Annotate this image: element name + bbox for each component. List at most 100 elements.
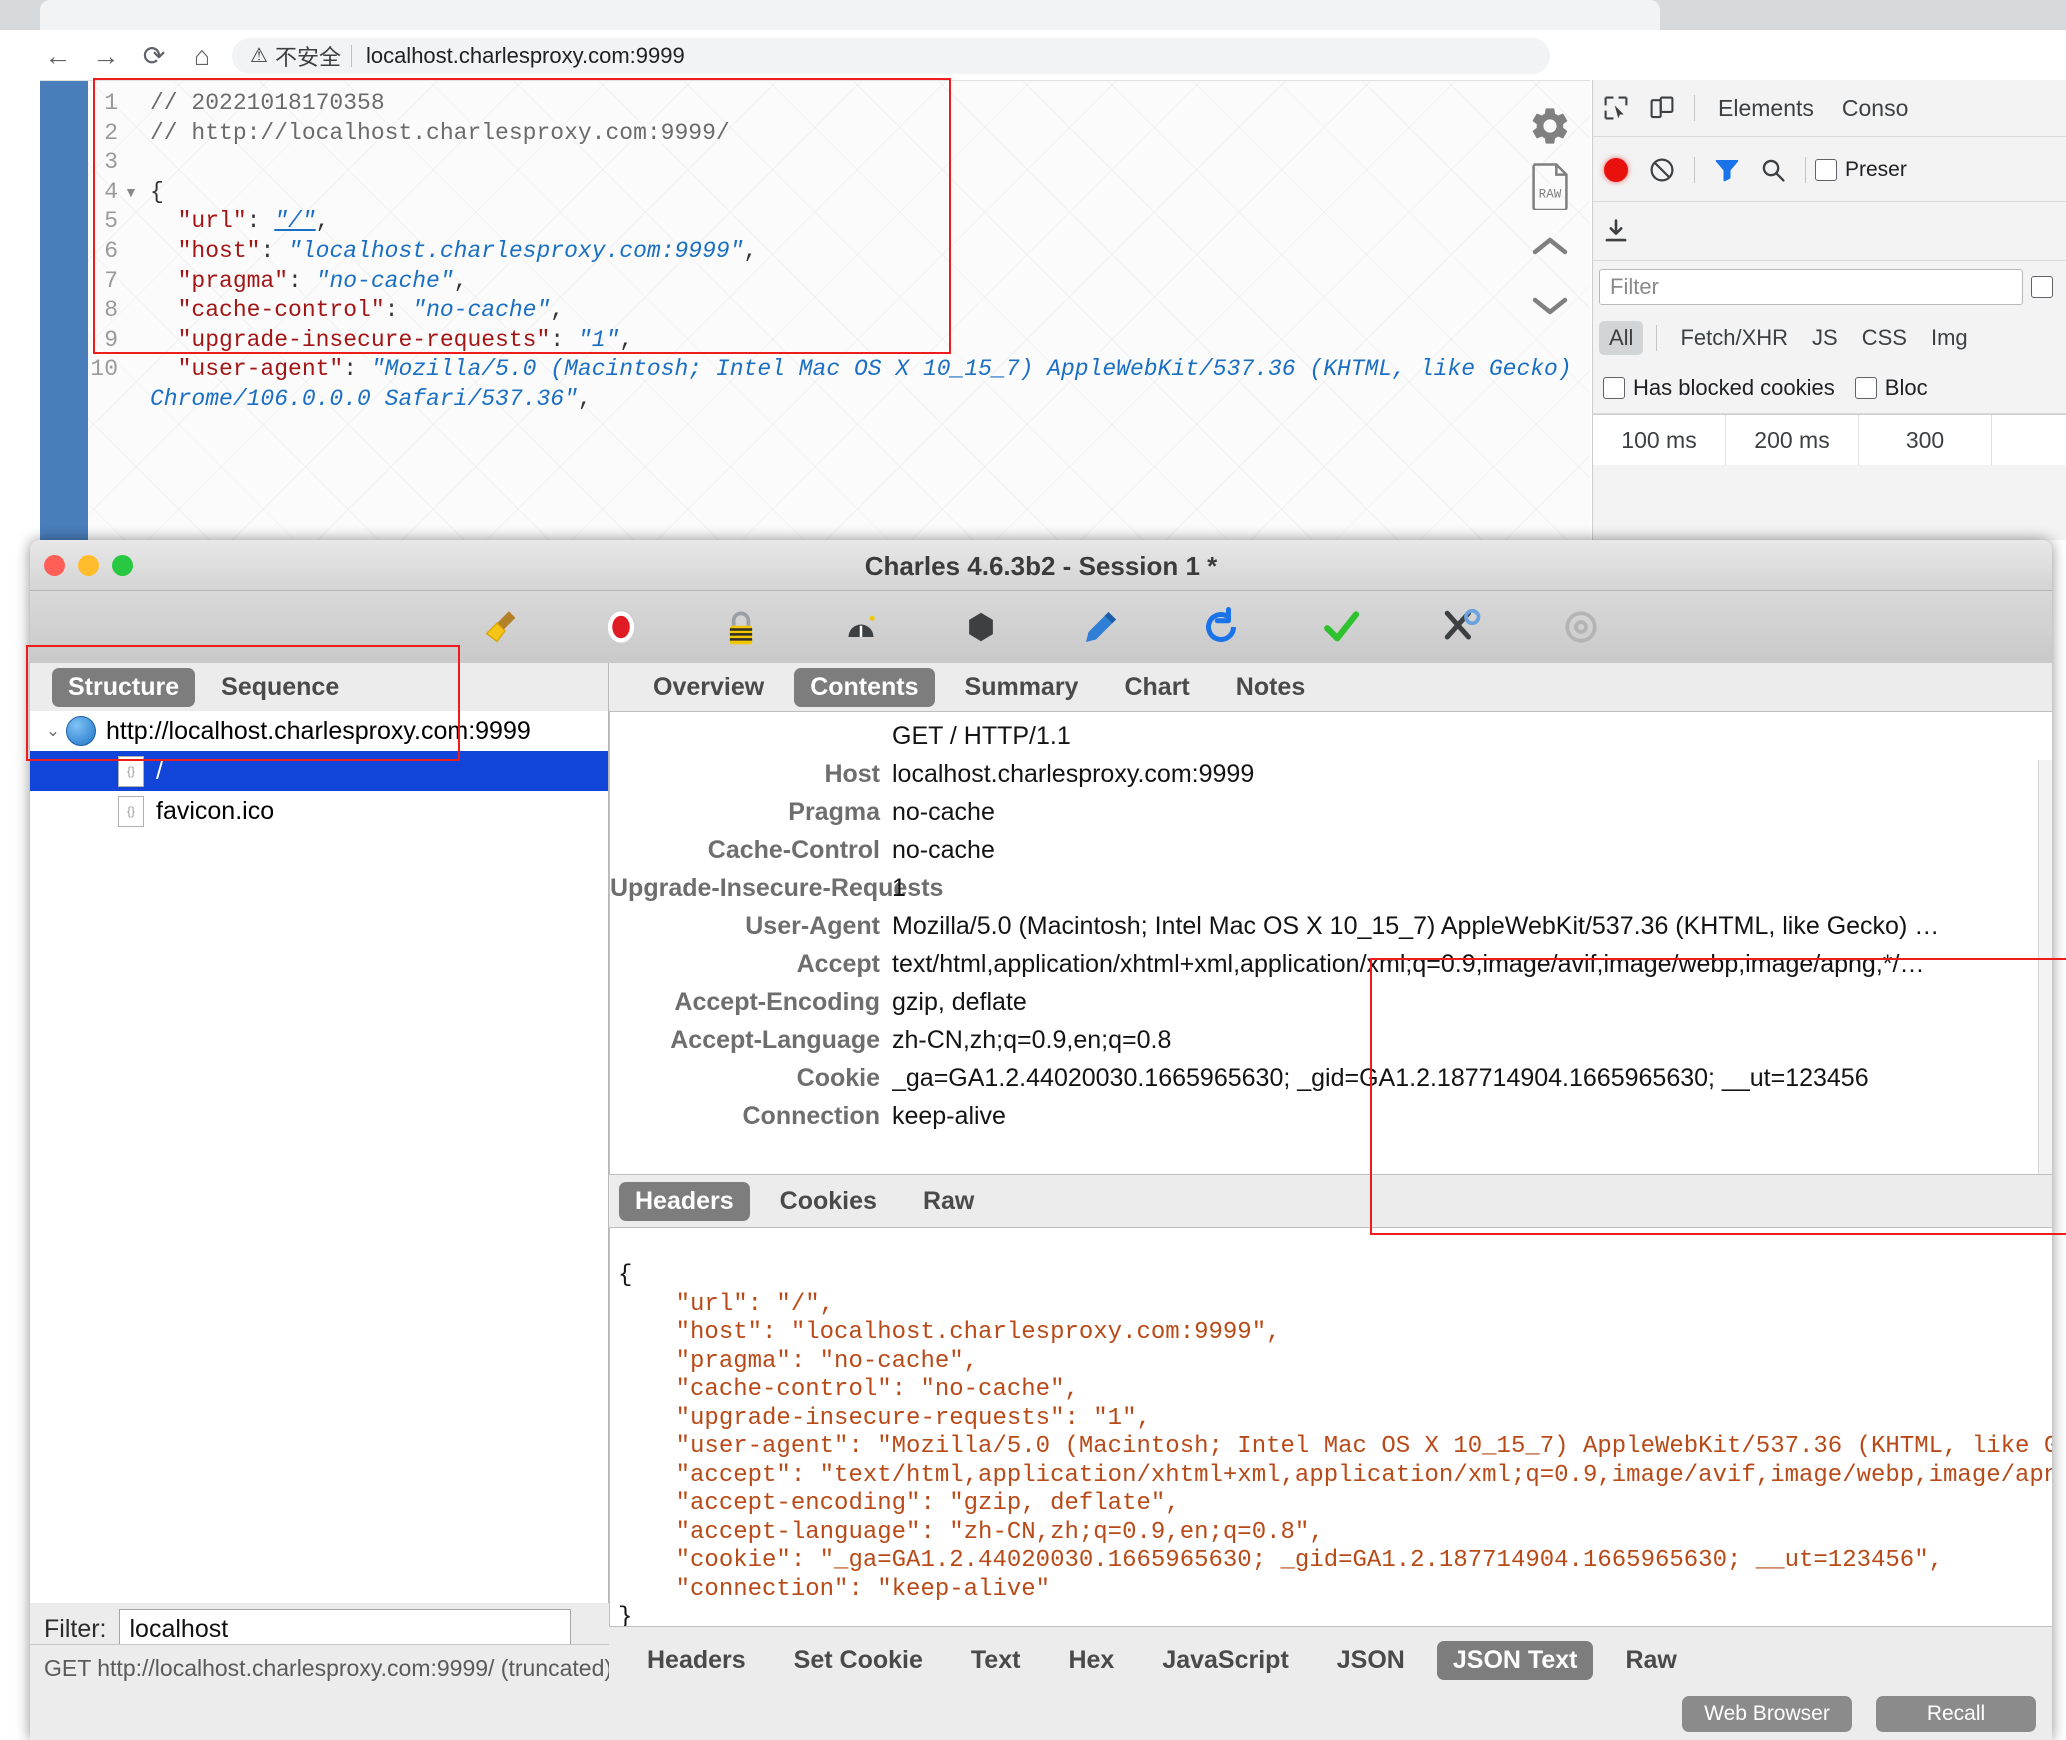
bodytab-set-cookie[interactable]: Set Cookie	[778, 1641, 939, 1680]
tab-overview[interactable]: Overview	[637, 668, 780, 707]
scroll-up-chevron-icon[interactable]	[1520, 216, 1580, 276]
devtools-tab-console[interactable]: Conso	[1828, 95, 1922, 122]
type-chip-js[interactable]: JS	[1802, 321, 1848, 355]
header-row: Accept text/html,application/xhtml+xml,ap…	[610, 950, 2052, 988]
tab-sequence[interactable]: Sequence	[205, 668, 355, 707]
network-filter-input[interactable]: Filter	[1599, 269, 2023, 305]
import-har-icon[interactable]	[1593, 211, 1639, 251]
header-value: _ga=GA1.2.44020030.1665965630; _gid=GA1.…	[892, 1064, 1869, 1092]
has-blocked-cookies-checkbox[interactable]	[1603, 377, 1625, 399]
header-name: Accept	[796, 950, 880, 978]
filter-icon[interactable]	[1704, 150, 1750, 190]
header-row: Pragma no-cache	[610, 798, 2052, 836]
tools-icon[interactable]	[1437, 603, 1485, 651]
device-toolbar-icon[interactable]	[1639, 88, 1685, 128]
header-name: Upgrade-Insecure-Requests	[610, 874, 944, 902]
blocked-requests-checkbox[interactable]	[1854, 377, 1877, 399]
tab-contents[interactable]: Contents	[794, 667, 935, 707]
validate-icon[interactable]	[1317, 603, 1365, 651]
header-name: Pragma	[788, 798, 880, 826]
gear-icon[interactable]	[1520, 96, 1580, 156]
home-icon[interactable]: ⌂	[182, 36, 222, 76]
timeline-tick-200: 200 ms	[1726, 415, 1859, 465]
reload-icon[interactable]: ⟳	[134, 36, 174, 76]
headers-scrollbar[interactable]	[2038, 760, 2052, 1174]
bodytab-headers[interactable]: Headers	[631, 1641, 762, 1680]
bodytab-javascript[interactable]: JavaScript	[1146, 1641, 1304, 1680]
record-icon[interactable]	[597, 603, 645, 651]
tree-row[interactable]: ⌄ http://localhost.charlesproxy.com:9999	[30, 711, 608, 751]
forward-arrow-icon[interactable]: →	[86, 36, 126, 76]
devtools-divider	[1656, 325, 1658, 351]
resource-type-chips: All Fetch/XHR JS CSS Img	[1593, 313, 2066, 363]
line-number-gutter: 1 2 3 4 5 6 7 8 9 10	[40, 89, 118, 385]
compose-icon[interactable]	[1077, 603, 1125, 651]
code-fold-arrow-icon[interactable]: ▼	[124, 184, 138, 200]
window-title: Charles 4.6.3b2 - Session 1 *	[864, 551, 1218, 581]
tree-row[interactable]: {} /	[30, 751, 608, 791]
bodytab-text[interactable]: Text	[955, 1641, 1037, 1680]
bodytab-hex[interactable]: Hex	[1052, 1641, 1130, 1680]
ssl-lock-icon[interactable]	[717, 603, 765, 651]
type-chip-css[interactable]: CSS	[1852, 321, 1917, 355]
bodytab-json-text[interactable]: JSON Text	[1436, 1640, 1594, 1680]
line-number: 2	[104, 119, 118, 146]
line-number: 8	[104, 297, 118, 324]
tab-notes[interactable]: Notes	[1220, 668, 1321, 707]
line-number: 7	[104, 267, 118, 294]
repeat-icon[interactable]	[1197, 603, 1245, 651]
devtools-divider	[1694, 95, 1695, 121]
clear-icon[interactable]	[1639, 150, 1685, 190]
web-browser-button[interactable]: Web Browser	[1682, 1696, 1852, 1732]
browser-tab-strip-background	[0, 0, 2066, 30]
scroll-down-chevron-icon[interactable]	[1520, 276, 1580, 336]
invert-filter-checkbox[interactable]	[2031, 276, 2053, 298]
header-name: Host	[824, 760, 880, 788]
header-name: Cookie	[796, 1064, 880, 1092]
search-icon[interactable]	[1750, 150, 1796, 190]
preserve-log-checkbox[interactable]	[1815, 159, 1837, 181]
subtab-headers[interactable]: Headers	[619, 1181, 750, 1221]
security-status-label[interactable]: 不安全	[275, 40, 341, 72]
omnibox-divider	[350, 45, 352, 67]
status-bar-text: GET http://localhost.charlesproxy.com:99…	[30, 1644, 622, 1740]
tab-summary[interactable]: Summary	[949, 668, 1095, 707]
line-number: 10	[90, 356, 118, 383]
browser-tab[interactable]	[40, 0, 1660, 30]
json-viewer-tools: RAW	[1520, 96, 1590, 336]
devtools-network-controls: Preser	[1593, 137, 2066, 202]
header-value: 1	[892, 874, 906, 902]
back-arrow-icon[interactable]: ←	[38, 36, 78, 76]
tab-structure[interactable]: Structure	[52, 667, 196, 707]
request-headers-pane: GET / HTTP/1.1 Host localhost.charlesprox…	[609, 711, 2052, 1175]
broom-clear-icon[interactable]	[477, 603, 525, 651]
raw-document-icon[interactable]: RAW	[1520, 156, 1580, 216]
type-chip-fetchxhr[interactable]: Fetch/XHR	[1670, 321, 1798, 355]
settings-icon[interactable]	[1557, 603, 1605, 651]
recall-button[interactable]: Recall	[1876, 1696, 2036, 1732]
breakpoints-icon[interactable]	[957, 603, 1005, 651]
header-name: Accept-Encoding	[674, 988, 880, 1016]
omnibox-url-text: localhost.charlesproxy.com:9999	[365, 43, 685, 68]
type-chip-img[interactable]: Img	[1921, 321, 1978, 355]
bodytab-json[interactable]: JSON	[1321, 1641, 1421, 1680]
inspect-element-icon[interactable]	[1593, 88, 1639, 128]
bodytab-raw[interactable]: Raw	[1609, 1641, 1692, 1680]
devtools-tab-elements[interactable]: Elements	[1704, 95, 1828, 122]
detail-tabs: Overview Contents Summary Chart Notes	[609, 663, 2052, 711]
header-value: gzip, deflate	[892, 988, 1027, 1016]
tree-twisty-icon[interactable]: ⌄	[40, 721, 66, 741]
subtab-raw[interactable]: Raw	[907, 1182, 990, 1221]
timeline-tick-100: 100 ms	[1593, 415, 1726, 465]
tab-chart[interactable]: Chart	[1108, 668, 1205, 707]
subtab-cookies[interactable]: Cookies	[764, 1182, 893, 1221]
throttle-icon[interactable]	[837, 603, 885, 651]
record-icon[interactable]	[1593, 150, 1639, 190]
devtools-import-row	[1593, 202, 2066, 261]
omnibox-address-bar[interactable]: ⚠ 不安全 localhost.charlesproxy.com:9999	[232, 38, 1550, 74]
tree-row[interactable]: {} favicon.ico	[30, 791, 608, 831]
filter-input[interactable]: localhost	[118, 1609, 571, 1649]
type-chip-all[interactable]: All	[1599, 321, 1644, 355]
devtools-panel-tabbar: Elements Conso	[1593, 80, 2066, 137]
blocked-requests-label: Bloc	[1884, 375, 1928, 400]
